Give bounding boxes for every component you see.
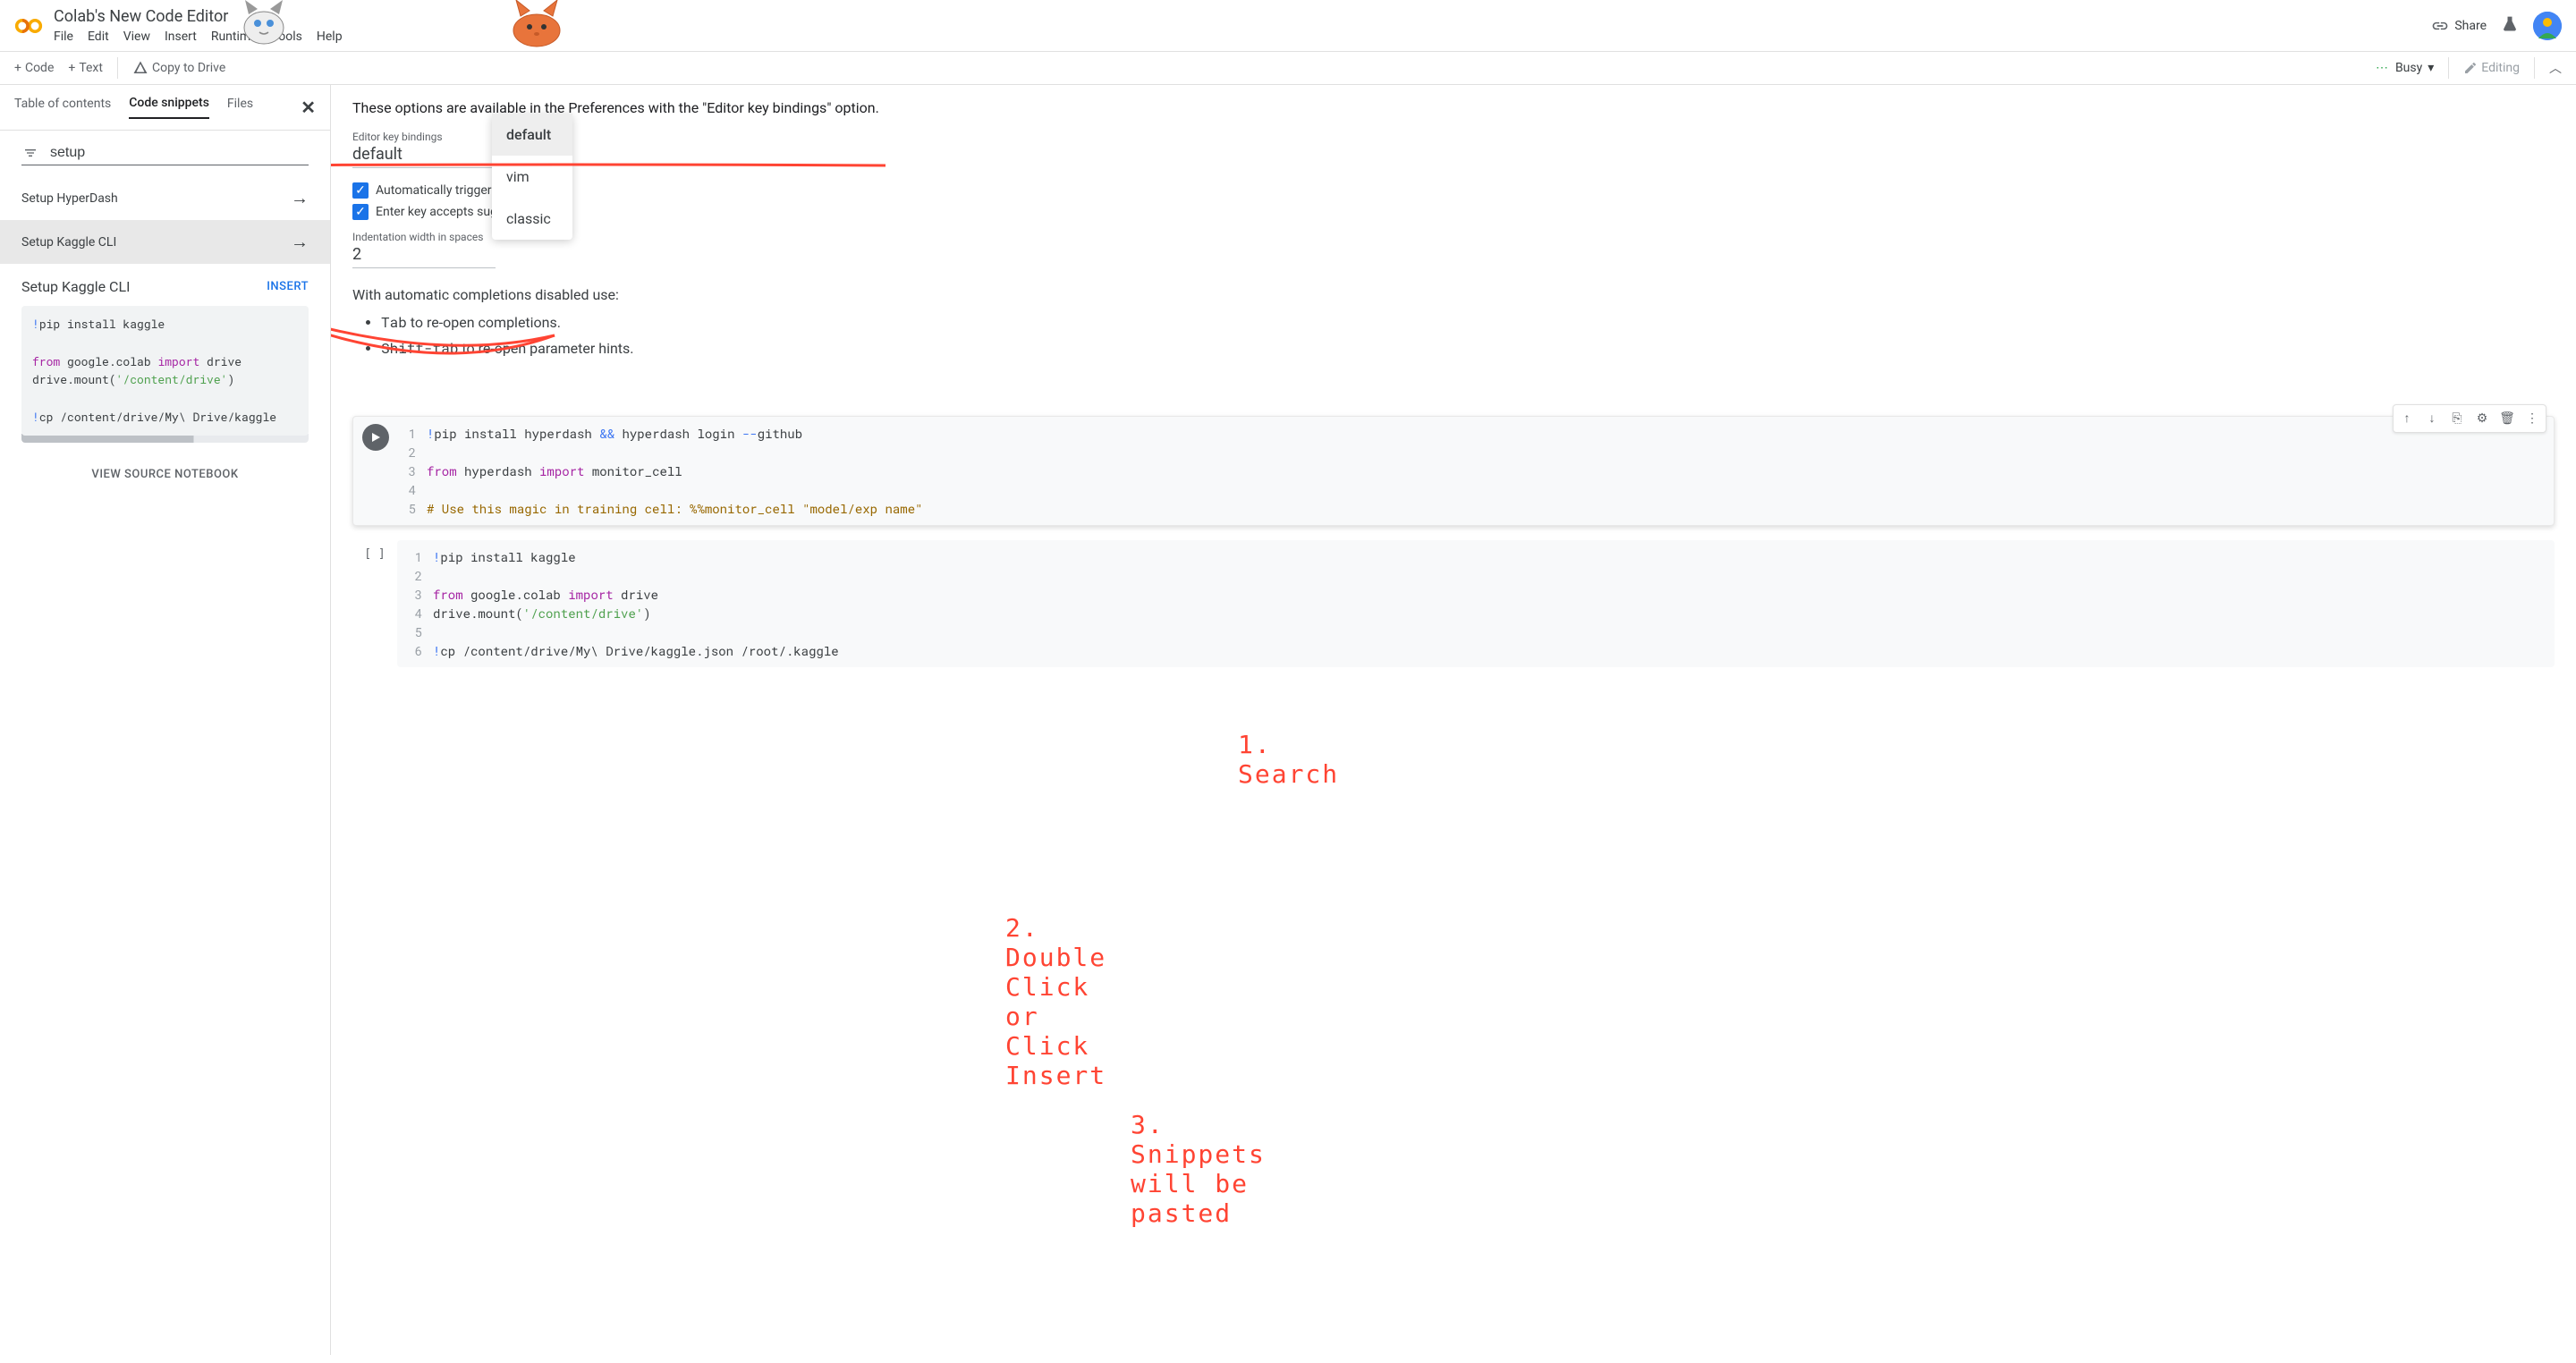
separator bbox=[2534, 57, 2535, 79]
dropdown-option-classic[interactable]: classic bbox=[492, 198, 572, 240]
doc-title[interactable]: Colab's New Code Editor bbox=[54, 7, 228, 26]
execution-count: [ ] bbox=[364, 547, 385, 561]
snippet-search-input[interactable] bbox=[50, 145, 309, 161]
menu-file[interactable]: File bbox=[54, 30, 73, 44]
dropdown-option-vim[interactable]: vim bbox=[492, 156, 572, 198]
settings-icon[interactable]: ⚙ bbox=[2470, 407, 2494, 430]
add-text-button[interactable]: + Text bbox=[68, 61, 103, 75]
snippet-code-preview: !pip install kaggle from google.colab im… bbox=[21, 306, 309, 436]
share-button[interactable]: Share bbox=[2431, 17, 2487, 35]
notebook-content: These options are available in the Prefe… bbox=[331, 85, 2576, 1355]
cell-toolbar: ↑ ↓ ⎘ ⚙ 🗑 ⋮ bbox=[2393, 404, 2546, 433]
delete-icon[interactable]: 🗑 bbox=[2496, 407, 2519, 430]
menu-bar: File Edit View Insert Runtime Tools Help bbox=[54, 30, 2431, 44]
drive-icon bbox=[132, 60, 148, 76]
collapse-button[interactable]: ︿ bbox=[2549, 59, 2562, 77]
header: Colab's New Code Editor File Edit View I… bbox=[0, 0, 2576, 52]
tab-toc[interactable]: Table of contents bbox=[14, 97, 111, 118]
shortcut-list: Tab to re-open completions. Shift-tab to… bbox=[381, 310, 2555, 362]
run-cell-button[interactable] bbox=[362, 424, 389, 451]
filter-icon bbox=[21, 146, 39, 160]
add-code-button[interactable]: + Code bbox=[14, 61, 54, 75]
busy-dots-icon: ⋯ bbox=[2376, 61, 2390, 75]
bindings-value[interactable]: default bbox=[352, 145, 496, 168]
link-icon[interactable]: ⎘ bbox=[2445, 407, 2469, 430]
annotation-2: 2. Double Click or Click Insert bbox=[1005, 913, 1106, 1090]
flask-icon[interactable] bbox=[2501, 13, 2519, 38]
link-icon bbox=[2431, 17, 2449, 35]
annotation-3: 3. Snippets will be pasted bbox=[1131, 1110, 1266, 1228]
checkbox-enter-accepts[interactable]: ✓ bbox=[352, 204, 369, 220]
arrow-right-icon: → bbox=[291, 231, 309, 253]
menu-insert[interactable]: Insert bbox=[165, 30, 197, 44]
runtime-status[interactable]: ⋯ Busy ▾ bbox=[2376, 61, 2434, 75]
plus-icon: + bbox=[68, 61, 75, 75]
toolbar: + Code + Text Copy to Drive ⋯ Busy ▾ Edi… bbox=[0, 52, 2576, 85]
colab-logo-icon bbox=[14, 12, 43, 40]
code-editor[interactable]: 1!pip install hyperdash && hyperdash log… bbox=[398, 417, 2554, 525]
user-avatar[interactable] bbox=[2533, 12, 2562, 40]
cat-decoration-2 bbox=[501, 0, 564, 50]
preferences-description: These options are available in the Prefe… bbox=[352, 99, 2555, 116]
insert-button[interactable]: INSERT bbox=[267, 280, 309, 293]
separator bbox=[117, 57, 118, 79]
menu-edit[interactable]: Edit bbox=[88, 30, 109, 44]
sidebar: Table of contents Code snippets Files ✕ … bbox=[0, 85, 331, 1355]
tab-snippets[interactable]: Code snippets bbox=[129, 96, 209, 119]
snippet-item[interactable]: Setup Kaggle CLI → bbox=[0, 220, 330, 264]
editing-mode-button[interactable]: Editing bbox=[2463, 61, 2520, 75]
play-icon bbox=[370, 432, 381, 443]
close-sidebar-button[interactable]: ✕ bbox=[301, 97, 316, 118]
plus-icon: + bbox=[14, 61, 21, 75]
code-editor[interactable]: 1!pip install kaggle 2 3from google.cola… bbox=[397, 540, 2555, 667]
bindings-dropdown: default vim classic bbox=[492, 114, 572, 240]
snippet-detail-title: Setup Kaggle CLI bbox=[21, 278, 130, 295]
code-cell[interactable]: ↑ ↓ ⎘ ⚙ 🗑 ⋮ 1!pip install hyperdash && h… bbox=[352, 416, 2555, 526]
move-down-icon[interactable]: ↓ bbox=[2420, 407, 2444, 430]
chevron-up-icon: ︿ bbox=[2549, 59, 2562, 77]
view-source-button[interactable]: VIEW SOURCE NOTEBOOK bbox=[0, 457, 330, 492]
dropdown-icon: ▾ bbox=[2428, 61, 2434, 75]
arrow-right-icon: → bbox=[291, 187, 309, 209]
dropdown-option-default[interactable]: default bbox=[492, 114, 572, 156]
separator bbox=[2448, 57, 2449, 79]
annotation-1: 1. Search bbox=[1238, 730, 1339, 789]
snippet-item[interactable]: Setup HyperDash → bbox=[0, 176, 330, 220]
cat-decoration-1 bbox=[233, 0, 295, 50]
indent-value[interactable]: 2 bbox=[352, 245, 496, 268]
checkbox-auto-trigger[interactable]: ✓ bbox=[352, 182, 369, 199]
checkbox-label: Automatically trigger bbox=[376, 183, 492, 198]
copy-to-drive-button[interactable]: Copy to Drive bbox=[132, 60, 225, 76]
auto-completions-text: With automatic completions disabled use: bbox=[352, 286, 2555, 303]
share-label: Share bbox=[2454, 19, 2487, 33]
checkbox-label: Enter key accepts sug bbox=[376, 205, 497, 219]
menu-help[interactable]: Help bbox=[317, 30, 343, 44]
code-cell[interactable]: [ ] 1!pip install kaggle 2 3from google.… bbox=[352, 540, 2555, 667]
tab-files[interactable]: Files bbox=[227, 97, 253, 118]
move-up-icon[interactable]: ↑ bbox=[2395, 407, 2419, 430]
menu-view[interactable]: View bbox=[123, 30, 150, 44]
pencil-icon bbox=[2463, 61, 2478, 75]
more-icon[interactable]: ⋮ bbox=[2521, 407, 2544, 430]
